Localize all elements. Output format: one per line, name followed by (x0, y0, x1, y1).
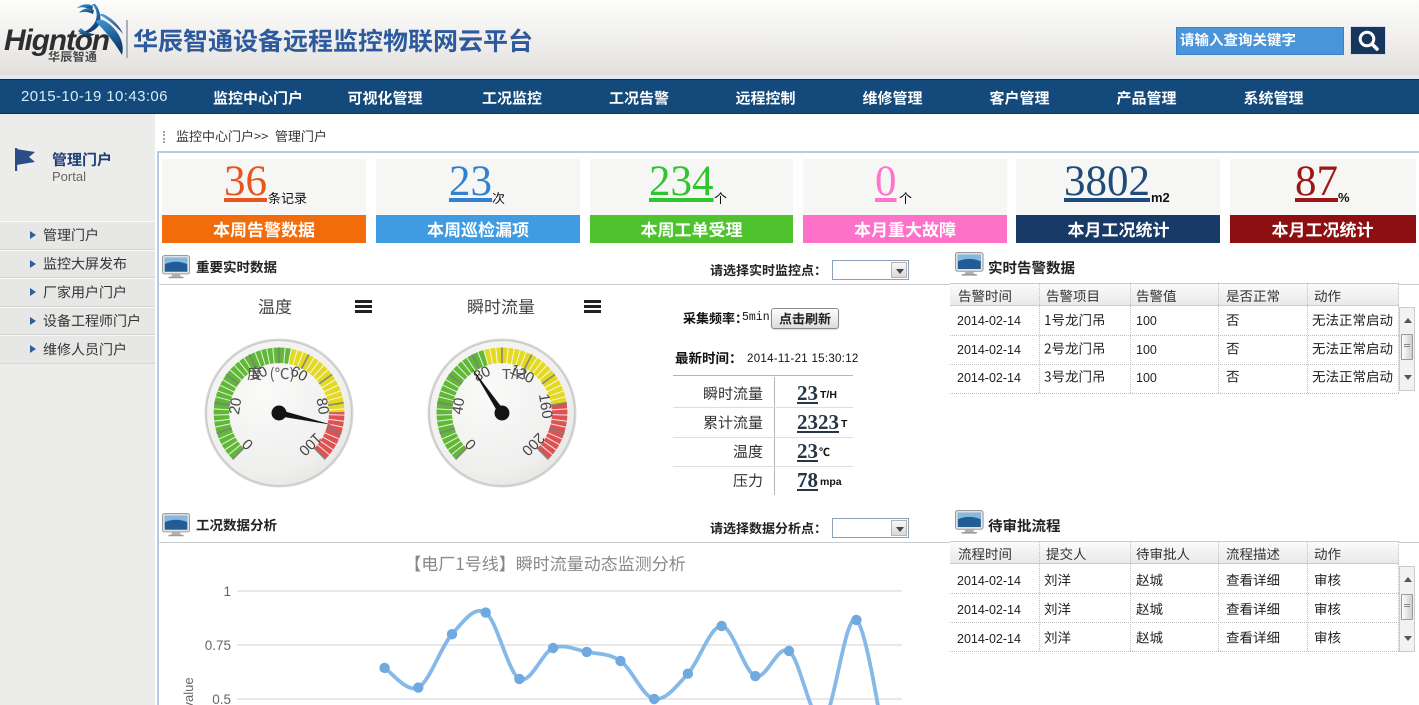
svg-text:80: 80 (313, 397, 332, 416)
svg-text:T/H: T/H (502, 366, 526, 383)
svg-text:0.75: 0.75 (205, 638, 231, 653)
svg-text:20: 20 (226, 397, 245, 416)
svg-text:0.5: 0.5 (212, 692, 231, 705)
svg-text:value: value (181, 677, 196, 705)
svg-text:40: 40 (449, 397, 468, 416)
svg-text:1: 1 (223, 584, 231, 599)
